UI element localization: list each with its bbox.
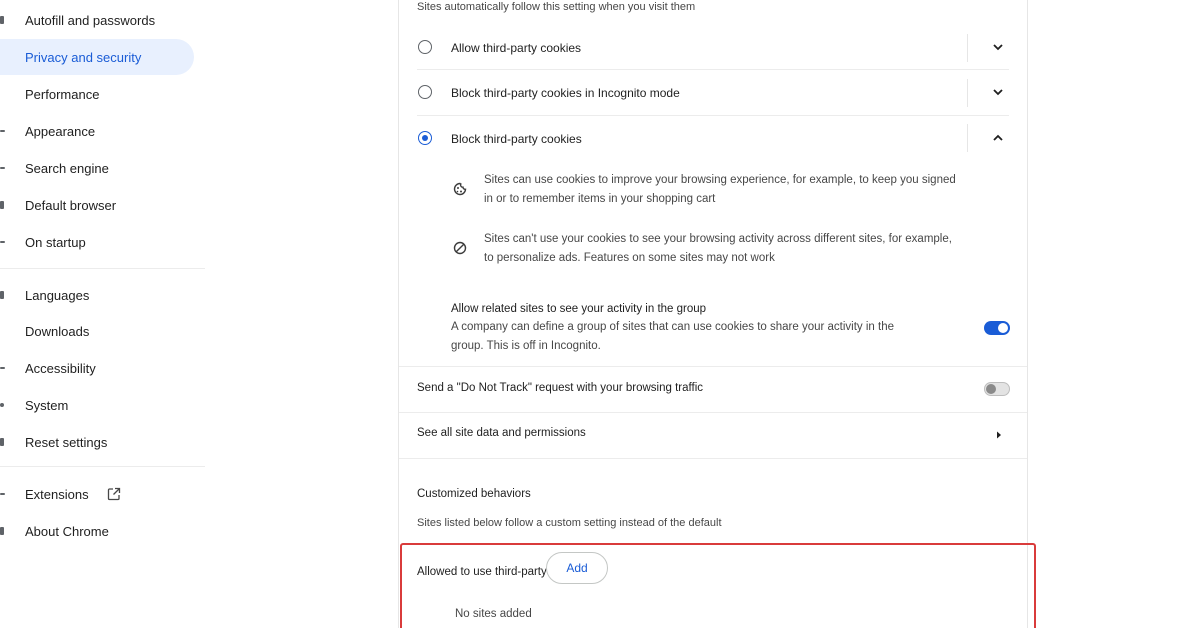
sidebar-item-label: Search engine bbox=[25, 160, 109, 176]
settings-sidebar: Autofill and passwords Privacy and secur… bbox=[0, 0, 205, 628]
detail-text: in or to remember items in your shopping… bbox=[484, 193, 716, 205]
do-not-track-label: Send a "Do Not Track" request with your … bbox=[417, 382, 703, 394]
chevron-down-icon[interactable] bbox=[991, 40, 1005, 54]
palette-icon bbox=[0, 126, 6, 136]
row-divider bbox=[417, 115, 1009, 116]
option-label: Block third-party cookies bbox=[451, 132, 582, 146]
sidebar-item-label: Appearance bbox=[25, 123, 96, 139]
no-sites-text: No sites added bbox=[455, 608, 532, 620]
site-data-row[interactable]: See all site data and permissions bbox=[399, 414, 1027, 456]
row-divider bbox=[399, 458, 1027, 459]
power-icon bbox=[0, 237, 6, 247]
sidebar-item-reset[interactable]: Reset settings bbox=[0, 424, 194, 460]
option-block-incognito[interactable]: Block third-party cookies in Incognito m… bbox=[399, 73, 1027, 113]
related-sites-title: Allow related sites to see your activity… bbox=[451, 303, 707, 315]
customized-desc: Sites listed below follow a custom setti… bbox=[417, 517, 722, 529]
accessibility-icon bbox=[0, 363, 6, 373]
radio-button[interactable] bbox=[418, 40, 432, 54]
sidebar-item-label: Accessibility bbox=[25, 360, 96, 376]
sidebar-item-label: Autofill and passwords bbox=[25, 12, 156, 28]
sidebar-item-downloads[interactable]: Downloads bbox=[0, 313, 194, 349]
sidebar-item-label: System bbox=[25, 397, 69, 413]
sidebar-item-label: Languages bbox=[25, 287, 90, 303]
sidebar-item-label: Privacy and security bbox=[25, 49, 142, 65]
sidebar-item-extensions[interactable]: Extensions bbox=[0, 476, 194, 512]
sidebar-item-label: Extensions bbox=[25, 486, 89, 502]
sidebar-item-privacy[interactable]: Privacy and security bbox=[0, 39, 194, 75]
radio-button-selected[interactable] bbox=[418, 131, 432, 145]
sidebar-divider bbox=[0, 466, 205, 467]
sidebar-item-search-engine[interactable]: Search engine bbox=[0, 150, 194, 186]
reset-icon bbox=[0, 437, 6, 447]
autofill-icon bbox=[0, 15, 6, 25]
row-divider bbox=[399, 366, 1027, 367]
detail-text: Sites can't use your cookies to see your… bbox=[484, 233, 952, 245]
related-sites-desc: A company can define a group of sites th… bbox=[451, 321, 895, 333]
option-label: Block third-party cookies in Incognito m… bbox=[451, 86, 680, 100]
site-data-label: See all site data and permissions bbox=[417, 427, 586, 439]
sidebar-item-performance[interactable]: Performance bbox=[0, 76, 194, 112]
option-block-third-party[interactable]: Block third-party cookies bbox=[399, 118, 1027, 158]
chevron-down-icon[interactable] bbox=[991, 85, 1005, 99]
cookies-settings-card: Sites automatically follow this setting … bbox=[398, 0, 1028, 628]
system-icon bbox=[0, 400, 6, 410]
sidebar-item-accessibility[interactable]: Accessibility bbox=[0, 350, 194, 386]
detail-text: to personalize ads. Features on some sit… bbox=[484, 252, 775, 264]
radio-button[interactable] bbox=[418, 85, 432, 99]
option-allow-third-party[interactable]: Allow third-party cookies bbox=[399, 28, 1027, 68]
sidebar-item-label: On startup bbox=[25, 234, 86, 250]
chevron-up-icon[interactable] bbox=[991, 131, 1005, 145]
sidebar-item-label: Default browser bbox=[25, 197, 117, 213]
do-not-track-row[interactable]: Send a "Do Not Track" request with your … bbox=[399, 368, 1027, 410]
option-label: Allow third-party cookies bbox=[451, 41, 582, 55]
divider bbox=[967, 34, 968, 62]
sidebar-item-label: About Chrome bbox=[25, 523, 109, 539]
sidebar-item-appearance[interactable]: Appearance bbox=[0, 113, 194, 149]
sidebar-item-label: Reset settings bbox=[25, 434, 108, 450]
language-icon bbox=[0, 290, 6, 300]
search-icon bbox=[0, 163, 6, 173]
block-icon bbox=[453, 241, 467, 255]
divider bbox=[967, 124, 968, 152]
open-in-new-icon bbox=[107, 487, 121, 501]
sidebar-item-system[interactable]: System bbox=[0, 387, 194, 423]
sidebar-divider bbox=[0, 268, 205, 269]
detail-text: Sites can use cookies to improve your br… bbox=[484, 174, 956, 186]
sidebar-item-label: Downloads bbox=[25, 323, 90, 339]
row-divider bbox=[399, 412, 1027, 413]
sidebar-item-autofill[interactable]: Autofill and passwords bbox=[0, 2, 194, 38]
extensions-icon bbox=[0, 489, 6, 499]
divider bbox=[967, 79, 968, 107]
row-divider bbox=[417, 69, 1009, 70]
browser-icon bbox=[0, 200, 6, 210]
add-site-button[interactable]: Add bbox=[546, 552, 608, 584]
customized-heading: Customized behaviors bbox=[417, 488, 531, 500]
chrome-icon bbox=[0, 526, 6, 536]
related-sites-desc: group. This is off in Incognito. bbox=[451, 340, 601, 352]
related-sites-row: Allow related sites to see your activity… bbox=[399, 298, 1027, 358]
sidebar-item-about[interactable]: About Chrome bbox=[0, 513, 194, 549]
sidebar-item-label: Performance bbox=[25, 86, 100, 102]
sidebar-item-languages[interactable]: Languages bbox=[0, 277, 194, 313]
arrow-right-icon bbox=[997, 431, 1001, 439]
do-not-track-toggle[interactable] bbox=[984, 382, 1010, 396]
cookie-icon bbox=[453, 182, 467, 196]
sidebar-item-on-startup[interactable]: On startup bbox=[0, 224, 194, 260]
related-sites-toggle[interactable] bbox=[984, 321, 1010, 335]
sidebar-item-default-browser[interactable]: Default browser bbox=[0, 187, 194, 223]
cookies-intro-text: Sites automatically follow this setting … bbox=[417, 1, 696, 13]
